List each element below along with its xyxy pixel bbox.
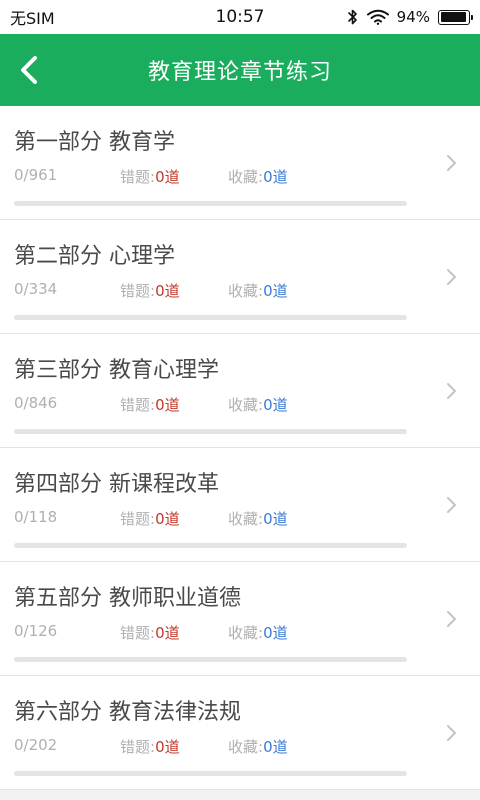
chapter-row[interactable]: 第五部分 教师职业道德 0/126 错题:0道 收藏:0道: [0, 562, 480, 676]
favorite-value: 0道: [263, 282, 288, 300]
chapter-progress-text: 0/961: [14, 166, 58, 184]
wrong-label: 错题:: [120, 168, 156, 186]
wrong-count: 错题:0道: [120, 394, 180, 415]
chapter-progress-text: 0/202: [14, 736, 58, 754]
favorite-label: 收藏:: [228, 738, 264, 756]
chapter-row[interactable]: 第六部分 教育法律法规 0/202 错题:0道 收藏:0道: [0, 676, 480, 790]
favorite-value: 0道: [263, 168, 288, 186]
chevron-right-icon: [447, 725, 456, 741]
favorite-value: 0道: [263, 738, 288, 756]
favorite-count: 收藏:0道: [228, 280, 288, 301]
chapter-row[interactable]: 第四部分 新课程改革 0/118 错题:0道 收藏:0道: [0, 448, 480, 562]
chapter-row[interactable]: 第一部分 教育学 0/961 错题:0道 收藏:0道: [0, 106, 480, 220]
bluetooth-icon: [347, 9, 357, 25]
wrong-value: 0道: [155, 738, 180, 756]
wifi-icon: [366, 9, 389, 25]
wrong-label: 错题:: [120, 396, 156, 414]
status-icons: 94%: [347, 8, 473, 26]
favorite-count: 收藏:0道: [228, 508, 288, 529]
wrong-label: 错题:: [120, 624, 156, 642]
favorite-count: 收藏:0道: [228, 394, 288, 415]
battery-level-fill: [440, 12, 466, 22]
favorite-label: 收藏:: [228, 510, 264, 528]
chapter-progress-text: 0/334: [14, 280, 58, 298]
chapter-title: 第四部分 新课程改革: [14, 472, 219, 497]
favorite-count: 收藏:0道: [228, 622, 288, 643]
chevron-left-icon: [21, 56, 37, 84]
favorite-label: 收藏:: [228, 282, 264, 300]
wrong-label: 错题:: [120, 738, 156, 756]
wrong-value: 0道: [155, 396, 180, 414]
chevron-right-icon: [447, 611, 456, 627]
favorite-label: 收藏:: [228, 396, 264, 414]
favorite-value: 0道: [263, 396, 288, 414]
wrong-count: 错题:0道: [120, 280, 180, 301]
wrong-value: 0道: [155, 282, 180, 300]
chapter-progress-bar: [14, 657, 407, 662]
chapter-row[interactable]: 第三部分 教育心理学 0/846 错题:0道 收藏:0道: [0, 334, 480, 448]
chapter-progress-text: 0/118: [14, 508, 58, 526]
chapter-progress-bar: [14, 315, 407, 320]
status-bar: 无SIM 10:57 94%: [0, 0, 480, 34]
chapter-title: 第三部分 教育心理学: [14, 358, 219, 383]
battery-icon: [438, 9, 473, 25]
chapter-title: 第六部分 教育法律法规: [14, 700, 241, 725]
chapter-row[interactable]: 第二部分 心理学 0/334 错题:0道 收藏:0道: [0, 220, 480, 334]
favorite-value: 0道: [263, 510, 288, 528]
favorite-label: 收藏:: [228, 168, 264, 186]
battery-percent: 94%: [396, 8, 430, 26]
favorite-label: 收藏:: [228, 624, 264, 642]
chapter-title: 第五部分 教师职业道德: [14, 586, 241, 611]
carrier-label: 无SIM: [10, 9, 55, 28]
wrong-count: 错题:0道: [120, 622, 180, 643]
chapter-progress-bar: [14, 201, 407, 206]
back-button[interactable]: [18, 34, 62, 106]
favorite-count: 收藏:0道: [228, 166, 288, 187]
chevron-right-icon: [447, 383, 456, 399]
chapter-title: 第二部分 心理学: [14, 244, 175, 269]
chapter-progress-bar: [14, 429, 407, 434]
chapter-title: 第一部分 教育学: [14, 130, 175, 155]
wrong-count: 错题:0道: [120, 736, 180, 757]
app-header: 教育理论章节练习: [0, 34, 480, 106]
page-title: 教育理论章节练习: [147, 60, 332, 85]
chapter-progress-text: 0/846: [14, 394, 58, 412]
wrong-value: 0道: [155, 624, 180, 642]
chevron-right-icon: [447, 155, 456, 171]
favorite-value: 0道: [263, 624, 288, 642]
favorite-count: 收藏:0道: [228, 736, 288, 757]
wrong-count: 错题:0道: [120, 508, 180, 529]
wrong-value: 0道: [155, 510, 180, 528]
chevron-right-icon: [447, 269, 456, 285]
chevron-right-icon: [447, 497, 456, 513]
chapter-progress-text: 0/126: [14, 622, 58, 640]
chapter-list: 第一部分 教育学 0/961 错题:0道 收藏:0道 第二部分 心理学 0/33…: [0, 106, 480, 790]
wrong-count: 错题:0道: [120, 166, 180, 187]
chapter-progress-bar: [14, 543, 407, 548]
wrong-label: 错题:: [120, 510, 156, 528]
wrong-value: 0道: [155, 168, 180, 186]
wrong-label: 错题:: [120, 282, 156, 300]
chapter-progress-bar: [14, 771, 407, 776]
